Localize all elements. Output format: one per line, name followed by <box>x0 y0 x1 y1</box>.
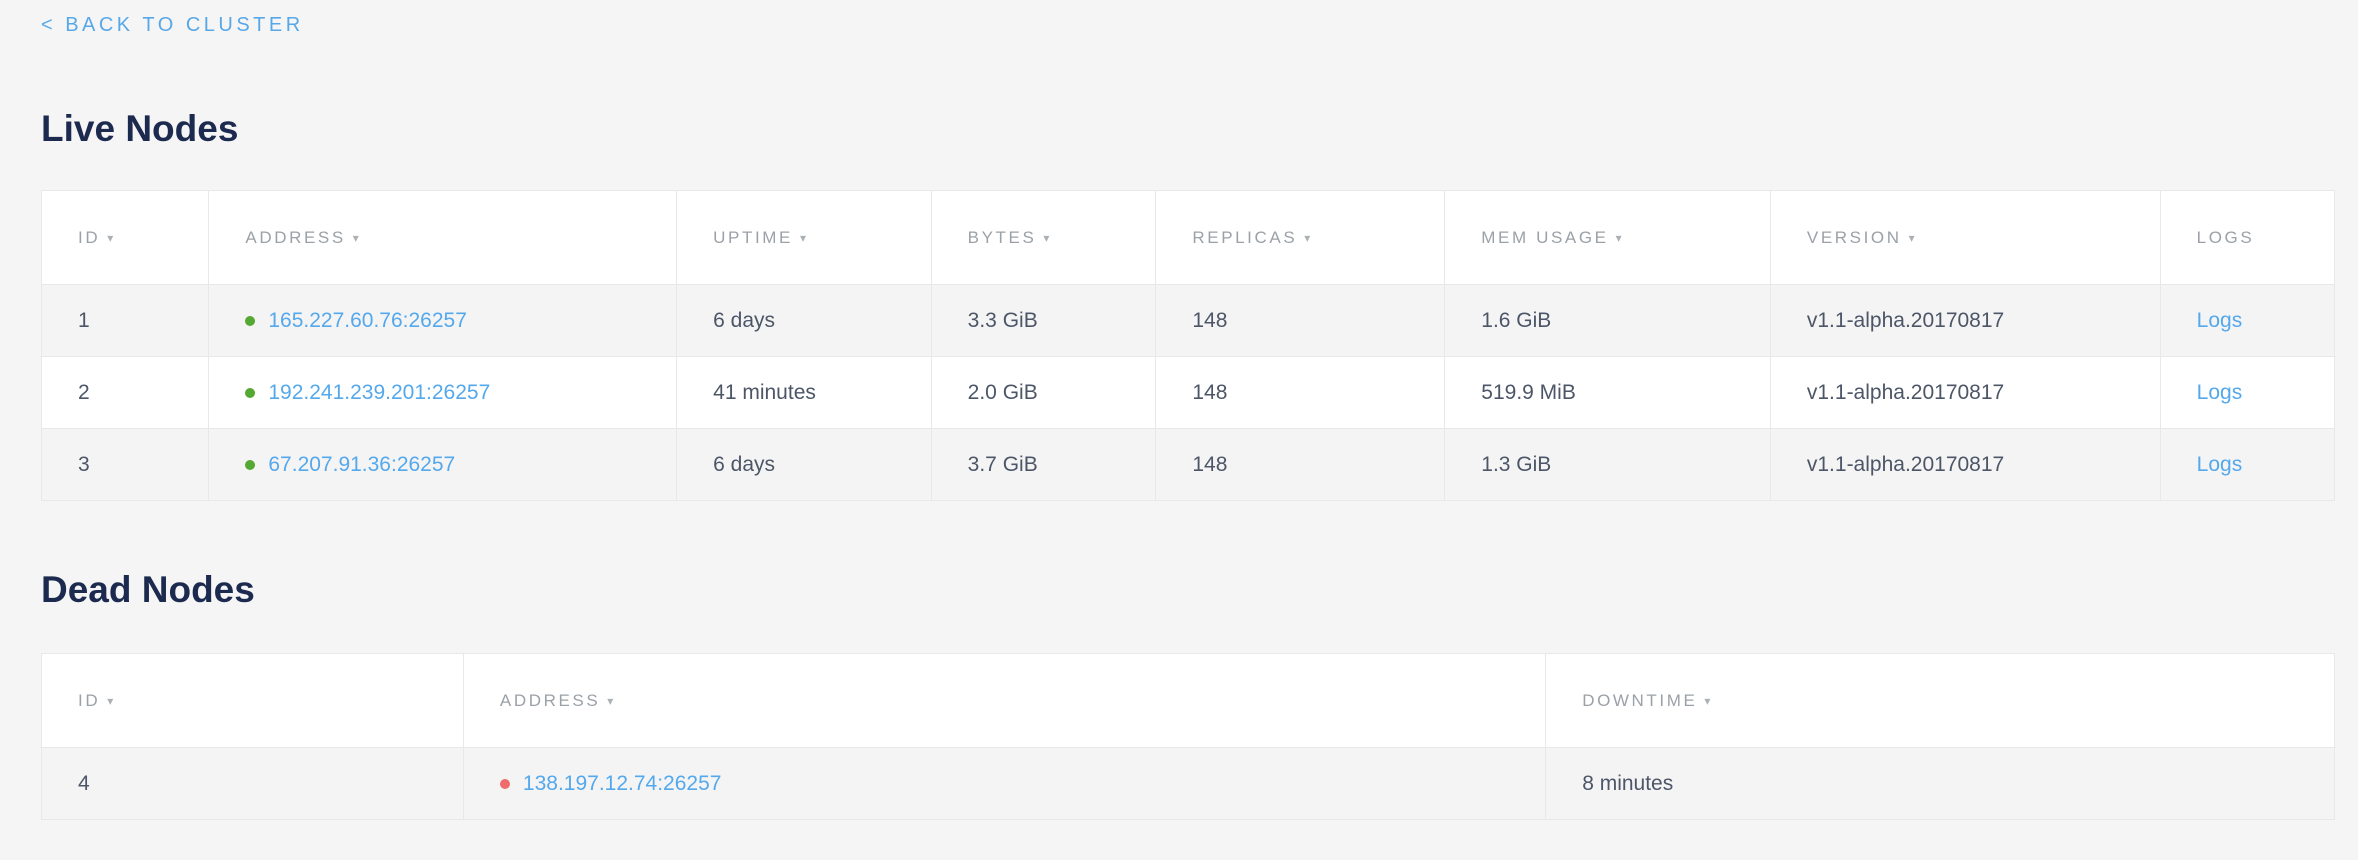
logs-link[interactable]: Logs <box>2197 453 2243 476</box>
live-nodes-title: Live Nodes <box>41 110 2335 147</box>
node-address-link[interactable]: 165.227.60.76:26257 <box>268 309 467 332</box>
cell-version: v1.1-alpha.20170817 <box>1770 429 2160 501</box>
sort-arrow-icon: ▾ <box>1704 694 1713 708</box>
back-chevron-icon: < <box>41 14 56 36</box>
cell-bytes: 3.7 GiB <box>931 429 1156 501</box>
column-header-address[interactable]: ADDRESS ▾ <box>463 654 1545 748</box>
table-row: 1 165.227.60.76:26257 6 days 3.3 GiB 148… <box>42 285 2335 357</box>
cell-address: 192.241.239.201:26257 <box>209 357 677 429</box>
live-header-row: ID ▾ ADDRESS ▾ UPTIME ▾ BYTES ▾ REPLICAS ▾ ME… <box>42 191 2335 285</box>
column-header-uptime[interactable]: UPTIME ▾ <box>677 191 932 285</box>
column-header-replicas[interactable]: REPLICAS ▾ <box>1156 191 1445 285</box>
sort-arrow-icon: ▾ <box>107 231 116 245</box>
column-header-address[interactable]: ADDRESS ▾ <box>209 191 677 285</box>
cell-logs: Logs <box>2160 429 2334 501</box>
dead-nodes-title: Dead Nodes <box>41 571 2335 608</box>
sort-arrow-icon: ▾ <box>1043 231 1052 245</box>
column-label: UPTIME <box>713 228 793 247</box>
back-to-cluster-link[interactable]: < BACK TO CLUSTER <box>41 14 304 36</box>
cell-mem-usage: 1.6 GiB <box>1445 285 1771 357</box>
cell-uptime: 6 days <box>677 285 932 357</box>
cell-replicas: 148 <box>1156 357 1445 429</box>
column-label: ID <box>78 691 100 710</box>
table-row: 2 192.241.239.201:26257 41 minutes 2.0 G… <box>42 357 2335 429</box>
live-nodes-table: ID ▾ ADDRESS ▾ UPTIME ▾ BYTES ▾ REPLICAS ▾ ME… <box>41 190 2335 501</box>
column-header-logs: LOGS <box>2160 191 2334 285</box>
cell-replicas: 148 <box>1156 285 1445 357</box>
back-to-cluster-label: BACK TO CLUSTER <box>65 14 303 36</box>
column-header-downtime[interactable]: DOWNTIME ▾ <box>1546 654 2335 748</box>
cell-replicas: 148 <box>1156 429 1445 501</box>
column-label: ADDRESS <box>500 691 600 710</box>
cell-uptime: 6 days <box>677 429 932 501</box>
table-row: 3 67.207.91.36:26257 6 days 3.7 GiB 148 … <box>42 429 2335 501</box>
sort-arrow-icon: ▾ <box>1304 231 1313 245</box>
logs-link[interactable]: Logs <box>2197 381 2243 404</box>
cell-mem-usage: 1.3 GiB <box>1445 429 1771 501</box>
column-header-mem-usage[interactable]: MEM USAGE ▾ <box>1445 191 1771 285</box>
cell-id: 1 <box>42 285 209 357</box>
dead-header-row: ID ▾ ADDRESS ▾ DOWNTIME ▾ <box>42 654 2335 748</box>
cell-bytes: 2.0 GiB <box>931 357 1156 429</box>
cell-version: v1.1-alpha.20170817 <box>1770 285 2160 357</box>
cell-id: 2 <box>42 357 209 429</box>
node-dead-status-dot <box>500 779 510 789</box>
column-header-version[interactable]: VERSION ▾ <box>1770 191 2160 285</box>
cell-mem-usage: 519.9 MiB <box>1445 357 1771 429</box>
cell-id: 4 <box>42 748 464 820</box>
sort-arrow-icon: ▾ <box>800 231 809 245</box>
cell-uptime: 41 minutes <box>677 357 932 429</box>
node-address-link[interactable]: 67.207.91.36:26257 <box>268 453 455 476</box>
cell-id: 3 <box>42 429 209 501</box>
column-label: VERSION <box>1807 228 1902 247</box>
cell-address: 165.227.60.76:26257 <box>209 285 677 357</box>
column-label: ID <box>78 228 100 247</box>
dead-nodes-table: ID ▾ ADDRESS ▾ DOWNTIME ▾ 4 138.197.12.74:2… <box>41 653 2335 820</box>
node-live-status-dot <box>245 388 255 398</box>
cell-version: v1.1-alpha.20170817 <box>1770 357 2160 429</box>
sort-arrow-icon: ▾ <box>1616 231 1625 245</box>
column-label: DOWNTIME <box>1582 691 1697 710</box>
sort-arrow-icon: ▾ <box>353 231 362 245</box>
column-header-bytes[interactable]: BYTES ▾ <box>931 191 1156 285</box>
cell-logs: Logs <box>2160 357 2334 429</box>
nodes-page: < BACK TO CLUSTER Live Nodes ID ▾ ADDRESS ▾ <box>0 0 2358 820</box>
cell-bytes: 3.3 GiB <box>931 285 1156 357</box>
table-row: 4 138.197.12.74:26257 8 minutes <box>42 748 2335 820</box>
column-header-id[interactable]: ID ▾ <box>42 191 209 285</box>
logs-link[interactable]: Logs <box>2197 309 2243 332</box>
node-live-status-dot <box>245 460 255 470</box>
column-label: MEM USAGE <box>1481 228 1608 247</box>
column-label: LOGS <box>2197 228 2255 247</box>
column-header-id[interactable]: ID ▾ <box>42 654 464 748</box>
column-label: BYTES <box>968 228 1037 247</box>
column-label: REPLICAS <box>1192 228 1297 247</box>
sort-arrow-icon: ▾ <box>107 694 116 708</box>
cell-downtime: 8 minutes <box>1546 748 2335 820</box>
cell-address: 67.207.91.36:26257 <box>209 429 677 501</box>
column-label: ADDRESS <box>245 228 345 247</box>
node-live-status-dot <box>245 316 255 326</box>
sort-arrow-icon: ▾ <box>607 694 616 708</box>
cell-logs: Logs <box>2160 285 2334 357</box>
sort-arrow-icon: ▾ <box>1909 231 1918 245</box>
cell-address: 138.197.12.74:26257 <box>463 748 1545 820</box>
node-address-link[interactable]: 138.197.12.74:26257 <box>523 772 722 795</box>
node-address-link[interactable]: 192.241.239.201:26257 <box>268 381 490 404</box>
